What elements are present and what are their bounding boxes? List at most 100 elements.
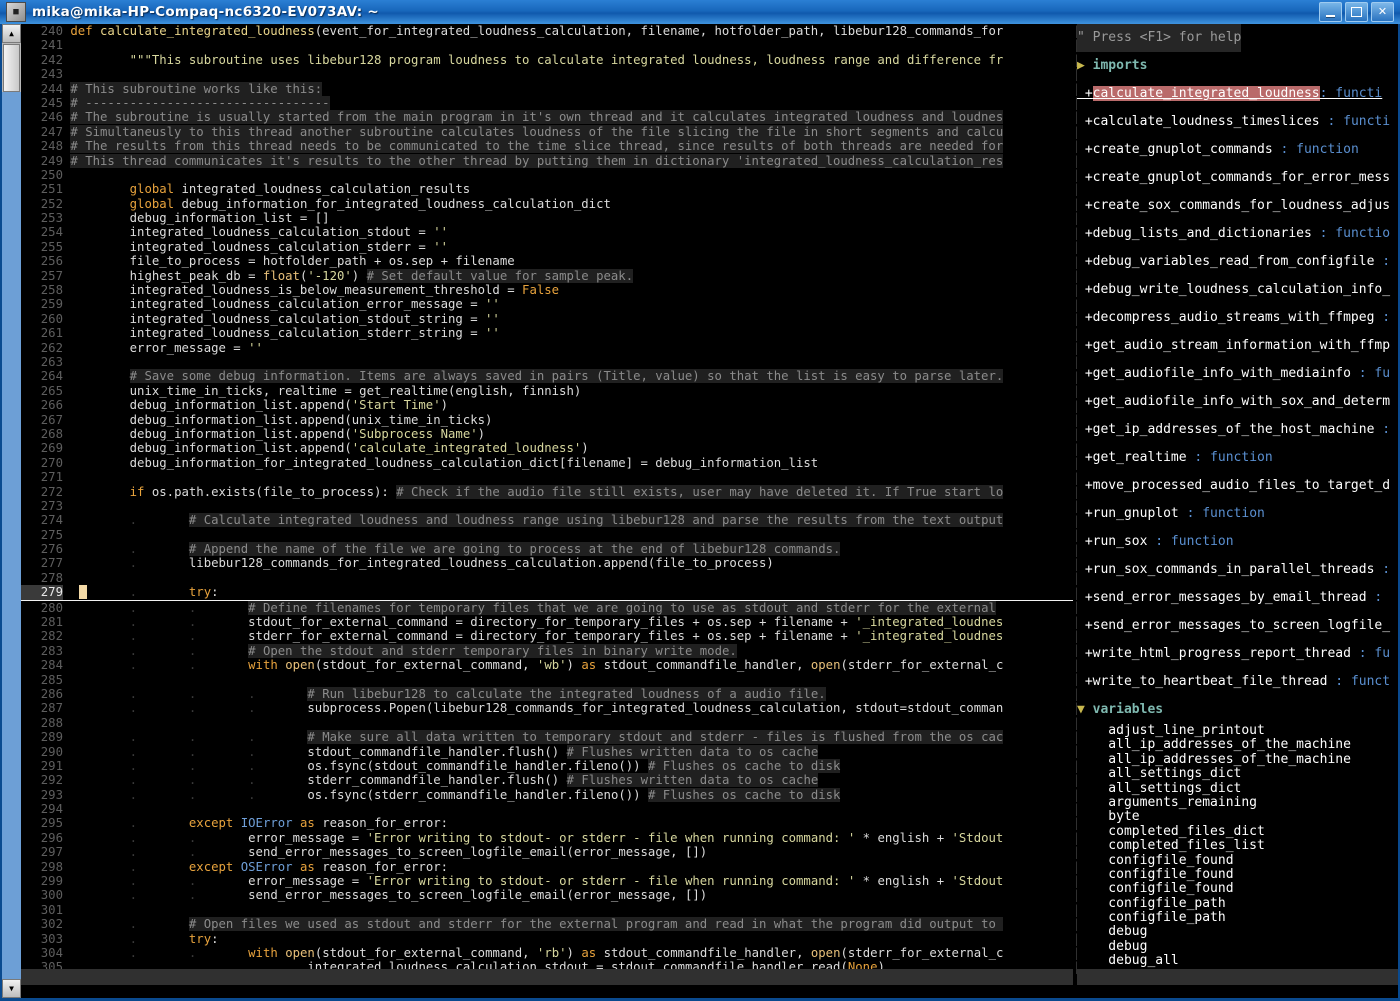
- tagbar-tag-item[interactable]: +debug_write_loudness_calculation_info_: [1077, 276, 1398, 304]
- tag-expand-icon[interactable]: +: [1077, 366, 1093, 381]
- tag-expand-icon[interactable]: +: [1077, 254, 1093, 269]
- code-editor-pane[interactable]: 240 def calculate_integrated_loudness(ev…: [21, 24, 1073, 969]
- tag-expand-icon[interactable]: +: [1077, 282, 1093, 297]
- code-line[interactable]: 268 debug_information_list.append('Subpr…: [21, 427, 1073, 441]
- code-line[interactable]: 247 # Simultaneusly to this thread anoth…: [21, 124, 1073, 139]
- code-line[interactable]: 251 global integrated_loudness_calculati…: [21, 182, 1073, 196]
- tagbar-tag-item[interactable]: +debug_variables_read_from_configfile :: [1077, 248, 1398, 276]
- editor-scrollbar[interactable]: ▲ ▼: [2, 24, 21, 998]
- scrollbar-track[interactable]: [2, 92, 21, 979]
- scroll-down-arrow[interactable]: ▼: [2, 979, 21, 998]
- code-line[interactable]: 287 . . . subprocess.Popen(libebur128_co…: [21, 701, 1073, 715]
- restore-button[interactable]: [1345, 2, 1368, 22]
- code-line[interactable]: 256 file_to_process = hotfolder_path + o…: [21, 254, 1073, 268]
- tag-expand-icon[interactable]: +: [1077, 114, 1093, 129]
- code-line[interactable]: 248 # The results from this thread needs…: [21, 139, 1073, 154]
- tagbar-group-variables[interactable]: ▼ variables: [1077, 696, 1398, 724]
- code-line[interactable]: 266 debug_information_list.append('Start…: [21, 398, 1073, 412]
- code-line[interactable]: 275: [21, 528, 1073, 542]
- code-line[interactable]: 272 if os.path.exists(file_to_process): …: [21, 484, 1073, 499]
- tag-expand-icon[interactable]: +: [1077, 674, 1093, 689]
- code-line[interactable]: 294: [21, 802, 1073, 816]
- tagbar-variable-item[interactable]: configfile_path: [1077, 910, 1398, 925]
- code-line[interactable]: 258 integrated_loudness_is_below_measure…: [21, 283, 1073, 297]
- code-line[interactable]: 252 global debug_information_for_integra…: [21, 197, 1073, 211]
- tagbar-pane[interactable]: " Press <F1> for help ▶ imports +calculat…: [1077, 24, 1398, 969]
- code-line[interactable]: 296 . . error_message = 'Error writing t…: [21, 831, 1073, 845]
- tag-expand-icon[interactable]: +: [1077, 618, 1093, 633]
- tag-expand-icon[interactable]: +: [1077, 142, 1093, 157]
- minimize-button[interactable]: [1319, 2, 1342, 22]
- code-line[interactable]: 250: [21, 168, 1073, 182]
- code-line[interactable]: 253 debug_information_list = []: [21, 211, 1073, 225]
- code-line[interactable]: 298 . except OSError as reason_for_error…: [21, 860, 1073, 874]
- code-line[interactable]: 246 # The subroutine is usually started …: [21, 110, 1073, 125]
- tag-expand-icon[interactable]: +: [1077, 506, 1093, 521]
- code-line[interactable]: 276 . # Append the name of the file we a…: [21, 542, 1073, 557]
- tag-expand-icon[interactable]: +: [1077, 310, 1093, 325]
- tag-expand-icon[interactable]: +: [1077, 338, 1093, 353]
- code-line[interactable]: 273: [21, 499, 1073, 513]
- code-line[interactable]: 259 integrated_loudness_calculation_erro…: [21, 297, 1073, 311]
- code-line[interactable]: 265 unix_time_in_ticks, realtime = get_r…: [21, 384, 1073, 398]
- code-line[interactable]: 274 . # Calculate integrated loudness an…: [21, 513, 1073, 528]
- code-line[interactable]: 297 . . send_error_messages_to_screen_lo…: [21, 845, 1073, 859]
- vim-command-line[interactable]: [21, 985, 1398, 998]
- code-line[interactable]: 280 . . # Define filenames for temporary…: [21, 600, 1073, 615]
- tagbar-tag-item[interactable]: +write_html_progress_report_thread : fu: [1077, 640, 1398, 668]
- scroll-up-arrow[interactable]: ▲: [2, 24, 21, 43]
- tagbar-tag-item[interactable]: +create_gnuplot_commands_for_error_mess: [1077, 164, 1398, 192]
- tag-expand-icon[interactable]: +: [1077, 450, 1093, 465]
- tagbar-tag-item[interactable]: +decompress_audio_streams_with_ffmpeg :: [1077, 304, 1398, 332]
- code-line[interactable]: 305 . . . integrated_loudness_calculatio…: [21, 960, 1073, 969]
- tagbar-variable-item[interactable]: configfile_found: [1077, 882, 1398, 896]
- code-line[interactable]: 240 def calculate_integrated_loudness(ev…: [21, 24, 1073, 38]
- code-line[interactable]: 283 . . # Open the stdout and stderr tem…: [21, 643, 1073, 658]
- code-line[interactable]: 281 . . stdout_for_external_command = di…: [21, 615, 1073, 629]
- code-line[interactable]: 295 . except IOError as reason_for_error…: [21, 816, 1073, 830]
- tagbar-variable-item[interactable]: all_ip_addresses_of_the_machine: [1077, 738, 1398, 752]
- code-line[interactable]: 289 . . . # Make sure all data written t…: [21, 730, 1073, 745]
- tagbar-variable-item[interactable]: all_settings_dict: [1077, 781, 1398, 796]
- tag-expand-icon[interactable]: +: [1077, 422, 1093, 437]
- tagbar-variable-item[interactable]: debug_all: [1077, 954, 1398, 968]
- code-line[interactable]: 267 debug_information_list.append(unix_t…: [21, 413, 1073, 427]
- tag-expand-icon[interactable]: +: [1077, 198, 1093, 213]
- tagbar-tag-item[interactable]: +calculate_loudness_timeslices : functi: [1077, 108, 1398, 136]
- code-line[interactable]: 254 integrated_loudness_calculation_stdo…: [21, 225, 1073, 239]
- code-line[interactable]: 301: [21, 903, 1073, 917]
- tagbar-variable-item[interactable]: configfile_found: [1077, 867, 1398, 882]
- tag-expand-icon[interactable]: +: [1077, 170, 1093, 185]
- code-line[interactable]: 263: [21, 355, 1073, 369]
- tagbar-tag-item[interactable]: +create_sox_commands_for_loudness_adjus: [1077, 192, 1398, 220]
- code-line[interactable]: 282 . . stderr_for_external_command = di…: [21, 629, 1073, 643]
- tagbar-group-imports[interactable]: ▶ imports: [1077, 52, 1398, 80]
- tag-expand-icon[interactable]: +: [1077, 562, 1093, 577]
- code-line[interactable]: 242 """This subroutine uses libebur128 p…: [21, 53, 1073, 67]
- code-line[interactable]: 243: [21, 67, 1073, 81]
- tagbar-tag-item[interactable]: +run_sox_commands_in_parallel_threads :: [1077, 556, 1398, 584]
- tag-expand-icon[interactable]: +: [1077, 646, 1093, 661]
- tag-expand-icon[interactable]: +: [1077, 590, 1093, 605]
- tagbar-variable-item[interactable]: debug: [1077, 925, 1398, 939]
- tagbar-variable-item[interactable]: debug: [1077, 939, 1398, 954]
- tagbar-tag-item[interactable]: +write_to_heartbeat_file_thread : funct: [1077, 668, 1398, 696]
- code-line[interactable]: 270 debug_information_for_integrated_lou…: [21, 456, 1073, 470]
- tagbar-tag-item[interactable]: +run_sox : function: [1077, 528, 1398, 556]
- code-line[interactable]: 300 . . send_error_messages_to_screen_lo…: [21, 888, 1073, 902]
- tag-expand-icon[interactable]: +: [1077, 394, 1093, 409]
- tagbar-tag-item[interactable]: +get_audiofile_info_with_sox_and_determ: [1077, 388, 1398, 416]
- tag-expand-icon[interactable]: +: [1077, 86, 1093, 101]
- code-line[interactable]: 304 . . with open(stdout_for_external_co…: [21, 946, 1073, 960]
- code-line[interactable]: 299 . . error_message = 'Error writing t…: [21, 874, 1073, 888]
- tagbar-tag-item[interactable]: +move_processed_audio_files_to_target_d: [1077, 472, 1398, 500]
- tagbar-variable-item[interactable]: completed_files_list: [1077, 838, 1398, 853]
- code-line[interactable]: 249 # This thread communicates it's resu…: [21, 153, 1073, 168]
- code-line[interactable]: 269 debug_information_list.append('calcu…: [21, 441, 1073, 455]
- close-button[interactable]: ✕: [1371, 2, 1394, 22]
- code-line[interactable]: 277 . libebur128_commands_for_integrated…: [21, 556, 1073, 570]
- tagbar-tag-item[interactable]: +get_ip_addresses_of_the_host_machine :: [1077, 416, 1398, 444]
- code-line[interactable]: 245 # ---------------------------------: [21, 95, 1073, 110]
- tagbar-tag-item[interactable]: +send_error_messages_by_email_thread :: [1077, 584, 1398, 612]
- code-line-current[interactable]: 279 . try:: [21, 585, 1073, 601]
